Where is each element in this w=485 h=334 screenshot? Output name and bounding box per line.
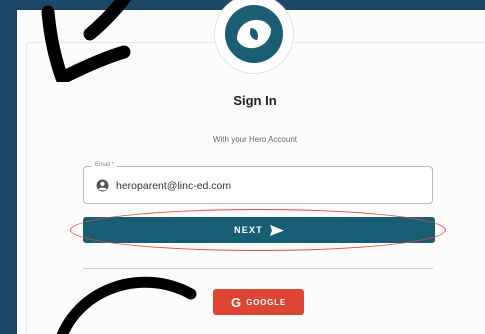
google-icon: G <box>230 294 242 310</box>
email-field-label: Email * <box>92 162 118 168</box>
page-title: Sign In <box>233 93 277 108</box>
account-circle-icon <box>96 179 109 192</box>
hand-drawn-arc-icon <box>56 276 197 334</box>
next-button-highlight <box>70 209 446 251</box>
google-signin-button[interactable]: G GOOGLE <box>213 289 304 315</box>
pointing-arrow-icon <box>41 0 132 82</box>
hero-logo-icon <box>214 0 294 74</box>
google-button-label: GOOGLE <box>246 297 287 307</box>
email-field[interactable]: Email * heroparent@linc-ed.com <box>83 162 433 204</box>
email-field-value[interactable]: heroparent@linc-ed.com <box>116 180 231 192</box>
page-subtitle: With your Hero Account <box>212 135 298 144</box>
